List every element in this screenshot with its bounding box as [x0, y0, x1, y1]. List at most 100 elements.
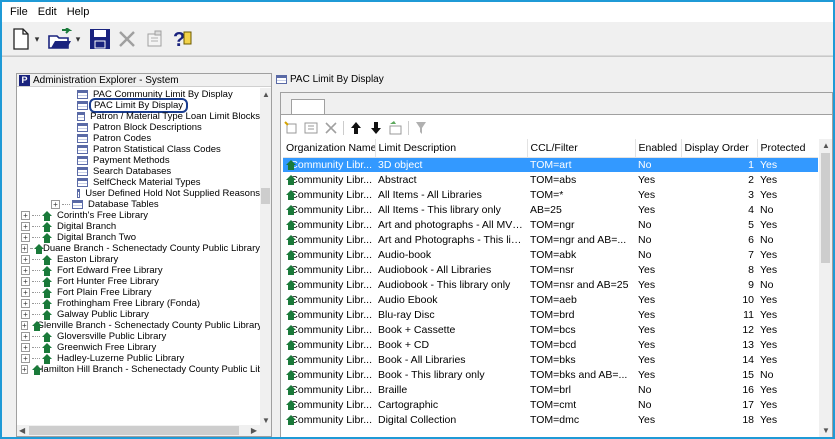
tree-item[interactable]: SelfCheck Material Types: [17, 177, 262, 188]
delete-icon[interactable]: [116, 26, 138, 52]
table-row[interactable]: Community Libr... Audio Ebook TOM=aeb Yes 10…: [283, 292, 818, 307]
expand-icon[interactable]: +: [21, 222, 30, 231]
help-icon[interactable]: ?: [170, 26, 194, 52]
sort-icon[interactable]: [388, 120, 404, 136]
table-row[interactable]: Community Libr... Audiobook - All Librari…: [283, 262, 818, 277]
expand-icon[interactable]: +: [21, 277, 30, 286]
tree-item[interactable]: Search Databases: [17, 166, 262, 177]
table-row[interactable]: Community Libr... Art and Photographs - T…: [283, 232, 818, 247]
filter-icon[interactable]: [413, 120, 429, 136]
scroll-down-icon[interactable]: ▼: [822, 426, 830, 435]
table-row[interactable]: Community Libr... Audiobook - This librar…: [283, 277, 818, 292]
new-row-icon[interactable]: [283, 120, 299, 136]
expand-icon[interactable]: +: [21, 255, 30, 264]
tree-item[interactable]: + Glenville Branch - Schenectady County P…: [17, 320, 262, 331]
move-down-icon[interactable]: [368, 120, 384, 136]
scroll-thumb[interactable]: [29, 426, 239, 435]
open-dropdown-button[interactable]: ▾: [73, 26, 83, 52]
table-row[interactable]: Community Libr... Book - All Libraries TOM…: [283, 352, 818, 367]
tree-item[interactable]: + Digital Branch Two: [17, 232, 262, 243]
table-row[interactable]: Community Libr... 3D object TOM=art No 1 Yes: [283, 157, 818, 172]
save-icon[interactable]: [88, 26, 112, 52]
tree-item[interactable]: + Frothingham Free Library (Fonda): [17, 298, 262, 309]
move-up-icon[interactable]: [348, 120, 364, 136]
column-header-enabled[interactable]: Enabled: [635, 139, 682, 158]
tree-item[interactable]: PAC Limit By Display: [17, 98, 262, 113]
tree-item[interactable]: + Corinth's Free Library: [17, 210, 262, 221]
scroll-left-icon[interactable]: ◀: [19, 426, 25, 435]
scroll-down-icon[interactable]: ▼: [262, 416, 270, 425]
tree-item[interactable]: Patron Block Descriptions: [17, 122, 262, 133]
tree-item[interactable]: + Fort Plain Free Library: [17, 287, 262, 298]
detail-tab[interactable]: [291, 99, 325, 115]
menu-edit[interactable]: Edit: [38, 6, 57, 18]
expand-icon[interactable]: +: [21, 299, 30, 308]
tree-item[interactable]: + Greenwich Free Library: [17, 342, 262, 353]
tree-item[interactable]: + Hamilton Hill Branch - Schenectady Coun…: [17, 364, 262, 375]
table-row[interactable]: Community Libr... Cartographic TOM=cmt No 17…: [283, 397, 818, 412]
column-header-ccl-filter[interactable]: CCL/Filter: [527, 139, 636, 158]
tree-item[interactable]: + Database Tables: [17, 199, 262, 210]
grid-vertical-scrollbar[interactable]: ▲ ▼: [819, 139, 832, 437]
expand-icon[interactable]: +: [21, 332, 30, 341]
tree-item[interactable]: + Galway Public Library: [17, 309, 262, 320]
expand-icon[interactable]: +: [21, 244, 28, 253]
table-row[interactable]: Community Libr... Book - This library onl…: [283, 367, 818, 382]
expand-icon[interactable]: +: [21, 288, 30, 297]
menu-help[interactable]: Help: [67, 6, 90, 18]
table-row[interactable]: Community Libr... Digital Collection TOM=d…: [283, 412, 818, 427]
tree-item[interactable]: + Digital Branch: [17, 221, 262, 232]
tree-item[interactable]: + Fort Hunter Free Library: [17, 276, 262, 287]
scroll-up-icon[interactable]: ▲: [822, 141, 830, 150]
scroll-thumb[interactable]: [261, 188, 270, 204]
column-header-display-order[interactable]: Display Order: [681, 139, 758, 158]
expand-icon[interactable]: +: [21, 354, 30, 363]
tree-item[interactable]: + Hadley-Luzerne Public Library: [17, 353, 262, 364]
properties-icon[interactable]: [144, 26, 166, 52]
table-row[interactable]: Community Libr... Book + Cassette TOM=bcs Y…: [283, 322, 818, 337]
delete-row-icon[interactable]: [323, 120, 339, 136]
column-header-protected[interactable]: Protected: [757, 139, 818, 158]
table-cell: 8: [748, 263, 754, 276]
scroll-up-icon[interactable]: ▲: [262, 90, 270, 99]
new-document-icon[interactable]: [10, 26, 32, 52]
tree-item[interactable]: Patron / Material Type Loan Limit Blocks: [17, 111, 262, 122]
expand-icon[interactable]: +: [21, 365, 28, 374]
expand-icon[interactable]: +: [21, 211, 30, 220]
column-header-limit-description[interactable]: Limit Description: [375, 139, 528, 158]
table-cell: TOM=art: [527, 157, 635, 172]
open-folder-icon[interactable]: [48, 26, 72, 52]
table-row[interactable]: Community Libr... Book + CD TOM=bcd Yes 13 Ye…: [283, 337, 818, 352]
table-row[interactable]: Community Libr... Braille TOM=brl No 16 Yes: [283, 382, 818, 397]
tree-item[interactable]: Payment Methods: [17, 155, 262, 166]
tree-item[interactable]: + Duane Branch - Schenectady County Publi…: [17, 243, 262, 254]
table-row[interactable]: Community Libr... Abstract TOM=abs Yes 2 Yes: [283, 172, 818, 187]
expand-icon[interactable]: +: [21, 310, 30, 319]
edit-row-icon[interactable]: [303, 120, 319, 136]
explorer-vertical-scrollbar[interactable]: ▲ ▼: [260, 88, 271, 427]
expand-icon[interactable]: +: [21, 321, 28, 330]
table-row[interactable]: Community Libr... Art and photographs - A…: [283, 217, 818, 232]
tree-item[interactable]: User Defined Hold Not Supplied Reasons: [17, 188, 262, 199]
new-dropdown-button[interactable]: ▾: [32, 26, 42, 52]
expand-icon[interactable]: +: [21, 233, 30, 242]
expand-icon[interactable]: +: [21, 343, 30, 352]
table-row[interactable]: Community Libr... All Items - All Librari…: [283, 187, 818, 202]
tree-item[interactable]: + Gloversville Public Library: [17, 331, 262, 342]
table-row[interactable]: Community Libr... All Items - This librar…: [283, 202, 818, 217]
scroll-right-icon[interactable]: ▶: [251, 426, 257, 435]
scroll-thumb[interactable]: [821, 153, 830, 263]
expand-icon[interactable]: +: [21, 266, 30, 275]
tree-item[interactable]: Patron Statistical Class Codes: [17, 144, 262, 155]
tree-item[interactable]: Patron Codes: [17, 133, 262, 144]
expand-icon[interactable]: +: [51, 200, 60, 209]
table-row[interactable]: Community Libr... Audio-book TOM=abk No 7 Yes: [283, 247, 818, 262]
menu-file[interactable]: File: [10, 6, 28, 18]
tree-item[interactable]: PAC Community Limit By Display: [17, 89, 262, 100]
explorer-horizontal-scrollbar[interactable]: ◀ ▶: [17, 425, 271, 436]
table-row[interactable]: Community Libr... Blu-ray Disc TOM=brd Yes 1…: [283, 307, 818, 322]
column-header-organization-name[interactable]: Organization Name: [283, 139, 376, 158]
library-home-icon: [286, 249, 299, 260]
tree-item[interactable]: + Fort Edward Free Library: [17, 265, 262, 276]
tree-item[interactable]: + Easton Library: [17, 254, 262, 265]
